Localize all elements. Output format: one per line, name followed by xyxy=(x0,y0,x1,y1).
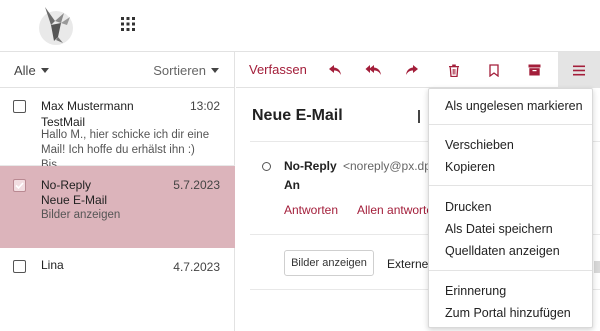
app-grid-icon[interactable] xyxy=(121,17,135,31)
message-preview: Bilder anzeigen xyxy=(41,209,121,221)
sender-email: <noreply@px.dp xyxy=(343,159,431,173)
message-date: 4.7.2023 xyxy=(173,260,220,274)
sort-label: Sortieren xyxy=(153,63,206,78)
chevron-down-icon xyxy=(211,68,219,73)
sender-name: No-Reply xyxy=(284,159,337,173)
more-actions-menu: Als ungelesen markieren Verschieben Kopi… xyxy=(428,88,593,328)
bookmark-icon[interactable] xyxy=(484,60,504,80)
chevron-down-icon xyxy=(40,68,49,73)
delete-icon[interactable] xyxy=(444,60,464,80)
list-header: Alle Sortieren xyxy=(0,52,235,88)
menu-item-copy[interactable]: Kopieren xyxy=(445,160,495,174)
message-checkbox[interactable] xyxy=(13,260,26,273)
menu-divider xyxy=(429,124,592,125)
mail-toolbar: Verfassen xyxy=(236,52,600,88)
reply-icon[interactable] xyxy=(325,60,345,80)
list-item-selected[interactable]: No-Reply 5.7.2023 Neue E-Mail Bilder anz… xyxy=(0,166,235,248)
forward-icon[interactable] xyxy=(402,60,422,80)
menu-divider xyxy=(429,270,592,271)
message-checkbox[interactable] xyxy=(13,100,26,113)
menu-item-mark-unread[interactable]: Als ungelesen markieren xyxy=(445,99,583,113)
message-subject: TestMail xyxy=(41,115,86,129)
text-cursor xyxy=(418,110,420,123)
external-content-notice: Externe xyxy=(387,257,429,271)
recipient-label: An xyxy=(284,178,300,192)
menu-item-move[interactable]: Verschieben xyxy=(445,138,514,152)
reply-link[interactable]: Antworten xyxy=(284,203,338,217)
reply-all-icon[interactable] xyxy=(363,60,383,80)
compose-button[interactable]: Verfassen xyxy=(249,62,307,77)
menu-item-print[interactable]: Drucken xyxy=(445,200,492,214)
menu-item-view-source[interactable]: Quelldaten anzeigen xyxy=(445,244,560,258)
message-sender: Max Mustermann xyxy=(41,99,134,113)
message-list-pane: Alle Sortieren Max Mustermann 13:02 Test… xyxy=(0,52,235,331)
list-item[interactable]: Lina 4.7.2023 xyxy=(0,248,235,331)
menu-item-save-as-file[interactable]: Als Datei speichern xyxy=(445,222,553,236)
reply-all-link[interactable]: Allen antworte xyxy=(357,203,433,217)
check-icon xyxy=(15,182,24,190)
message-checkbox[interactable] xyxy=(13,179,26,192)
message-date: 5.7.2023 xyxy=(173,178,220,192)
filter-label: Alle xyxy=(14,63,36,78)
menu-item-reminder[interactable]: Erinnerung xyxy=(445,284,506,298)
menu-divider xyxy=(429,185,592,186)
sort-dropdown[interactable]: Sortieren xyxy=(153,63,219,78)
filter-dropdown[interactable]: Alle xyxy=(14,63,49,78)
list-item[interactable]: Max Mustermann 13:02 TestMail Hallo M., … xyxy=(0,88,235,171)
menu-icon xyxy=(573,65,585,75)
message-date: 13:02 xyxy=(189,99,220,113)
message-subject: Neue E-Mail xyxy=(41,193,108,207)
message-sender: No-Reply xyxy=(41,178,92,192)
select-radio[interactable] xyxy=(262,162,271,171)
top-bar xyxy=(0,0,600,52)
scrollbar[interactable] xyxy=(594,261,600,273)
message-sender: Lina xyxy=(41,258,64,272)
archive-icon[interactable] xyxy=(524,60,544,80)
message-title: Neue E-Mail xyxy=(252,107,343,124)
show-images-button[interactable]: Bilder anzeigen xyxy=(284,250,374,276)
bird-logo-icon[interactable] xyxy=(37,3,75,47)
more-menu-button[interactable] xyxy=(558,52,600,88)
menu-item-add-to-portal[interactable]: Zum Portal hinzufügen xyxy=(445,306,571,320)
